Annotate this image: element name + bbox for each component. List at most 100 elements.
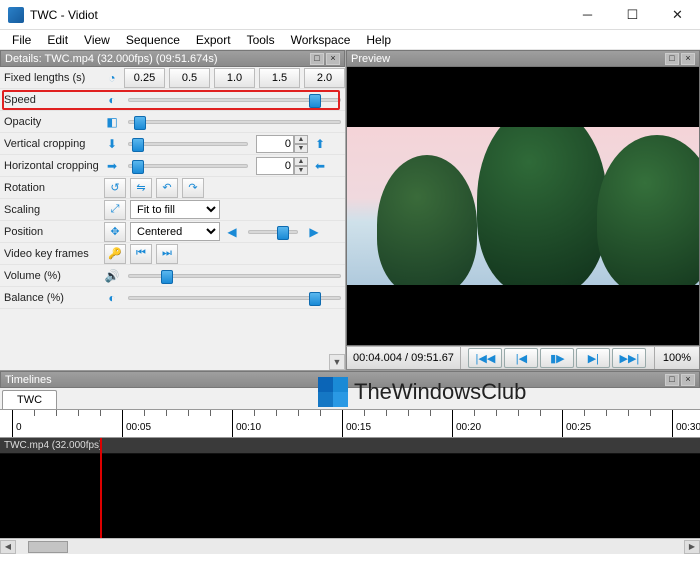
rotate-180-icon[interactable]: ⇋ xyxy=(130,178,152,198)
preview-close-icon[interactable]: × xyxy=(681,53,695,65)
minimize-button[interactable]: ─ xyxy=(565,0,610,30)
preview-title-bar: Preview □ × xyxy=(346,50,700,67)
fixed-btn-3[interactable]: 1.5 xyxy=(259,68,300,88)
keyframe-next-icon[interactable]: ⏭ xyxy=(156,244,178,264)
hcrop-slider[interactable] xyxy=(128,164,248,168)
opacity-icon: ◧ xyxy=(104,114,120,130)
menu-sequence[interactable]: Sequence xyxy=(118,31,188,49)
rotate-left-icon[interactable]: ↶ xyxy=(156,178,178,198)
timelines-close-icon[interactable]: × xyxy=(681,374,695,386)
menu-file[interactable]: File xyxy=(4,31,39,49)
hcrop-spinner[interactable]: ▲▼ xyxy=(256,157,308,175)
timelines-maximize-icon[interactable]: □ xyxy=(665,374,679,386)
fixed-btn-4[interactable]: 2.0 xyxy=(304,68,345,88)
rotate-right-icon[interactable]: ↷ xyxy=(182,178,204,198)
menu-edit[interactable]: Edit xyxy=(39,31,76,49)
clip-header[interactable]: TWC.mp4 (32.000fps) xyxy=(0,438,700,454)
preview-maximize-icon[interactable]: □ xyxy=(665,53,679,65)
hcrop-down[interactable]: ▼ xyxy=(294,166,308,175)
vkey-label: Video key frames xyxy=(4,248,100,260)
speaker-icon[interactable]: 🔊 xyxy=(104,268,120,284)
scroll-down-icon[interactable]: ▼ xyxy=(329,354,345,370)
position-icon[interactable]: ✥ xyxy=(104,222,126,242)
vcrop-value[interactable] xyxy=(256,135,294,153)
hcrop-up[interactable]: ▲ xyxy=(294,157,308,166)
details-maximize-icon[interactable]: □ xyxy=(310,53,324,65)
scaling-combo[interactable]: Fit to fill xyxy=(130,200,220,219)
skip-start-button[interactable]: |◀◀ xyxy=(468,348,502,368)
details-close-icon[interactable]: × xyxy=(326,53,340,65)
menu-workspace[interactable]: Workspace xyxy=(283,31,359,49)
position-slider[interactable] xyxy=(248,230,298,234)
timelines-title: Timelines xyxy=(5,374,663,386)
timeline-scrollbar[interactable]: ◀ ▶ xyxy=(0,538,700,554)
pos-right-icon[interactable]: ▶ xyxy=(306,224,322,240)
preview-viewport[interactable] xyxy=(346,67,700,346)
rotate-ccw-icon[interactable]: ↺ xyxy=(104,178,126,198)
playhead[interactable] xyxy=(100,438,102,538)
row-fixed-lengths: Fixed lengths (s) ◔ 0.25 0.5 1.0 1.5 2.0 xyxy=(0,67,345,89)
rotation-label: Rotation xyxy=(4,182,100,194)
opacity-label: Opacity xyxy=(4,116,100,128)
details-body: Fixed lengths (s) ◔ 0.25 0.5 1.0 1.5 2.0… xyxy=(0,67,345,370)
pos-left-icon[interactable]: ◀ xyxy=(224,224,240,240)
speed-slider[interactable] xyxy=(128,98,341,102)
play-button[interactable]: ▮▶ xyxy=(540,348,574,368)
row-vertical-cropping: Vertical cropping ⬇ ▲▼ ⬆ xyxy=(0,133,345,155)
keyframe-prev-icon[interactable]: ⏮ xyxy=(130,244,152,264)
fixed-btn-0[interactable]: 0.25 xyxy=(124,68,165,88)
fixed-btn-1[interactable]: 0.5 xyxy=(169,68,210,88)
clock-icon[interactable]: ◔ xyxy=(104,70,120,86)
keyframe-add-icon[interactable]: 🔑 xyxy=(104,244,126,264)
timeline-tracks[interactable]: TWC.mp4 (32.000fps) xyxy=(0,438,700,538)
row-volume: Volume (%) 🔊 xyxy=(0,265,345,287)
scroll-thumb[interactable] xyxy=(28,541,68,553)
close-button[interactable]: ✕ xyxy=(655,0,700,30)
prev-frame-button[interactable]: |◀ xyxy=(504,348,538,368)
position-combo[interactable]: Centered xyxy=(130,222,220,241)
row-position: Position ✥ Centered ◀ ▶ xyxy=(0,221,345,243)
hcrop-label: Horizontal cropping xyxy=(4,160,100,172)
vcrop-down[interactable]: ▼ xyxy=(294,144,308,153)
balance-slider[interactable] xyxy=(128,296,341,300)
vcrop-spinner[interactable]: ▲▼ xyxy=(256,135,308,153)
vcrop-up[interactable]: ▲ xyxy=(294,135,308,144)
zoom-level[interactable]: 100% xyxy=(654,347,699,369)
fixed-btn-2[interactable]: 1.0 xyxy=(214,68,255,88)
volume-slider[interactable] xyxy=(128,274,341,278)
row-scaling: Scaling ⤢ Fit to fill xyxy=(0,199,345,221)
arrow-down-icon[interactable]: ⬇ xyxy=(104,136,120,152)
scale-icon[interactable]: ⤢ xyxy=(104,200,126,220)
playback-bar: 00:04.004 / 09:51.67 |◀◀ |◀ ▮▶ ▶| ▶▶| 10… xyxy=(346,346,700,370)
next-frame-button[interactable]: ▶| xyxy=(576,348,610,368)
window-title: TWC - Vidiot xyxy=(30,8,565,22)
opacity-slider[interactable] xyxy=(128,120,341,124)
video-frame xyxy=(347,127,699,285)
vcrop-slider[interactable] xyxy=(128,142,248,146)
scaling-label: Scaling xyxy=(4,204,100,216)
scroll-left-icon[interactable]: ◀ xyxy=(0,540,16,554)
hcrop-value[interactable] xyxy=(256,157,294,175)
row-horizontal-cropping: Horizontal cropping ➡ ▲▼ ⬅ xyxy=(0,155,345,177)
menu-export[interactable]: Export xyxy=(188,31,239,49)
arrow-left-icon[interactable]: ⬅ xyxy=(312,158,328,174)
details-panel: Details: TWC.mp4 (32.000fps) (09:51.674s… xyxy=(0,50,346,370)
vcrop-label: Vertical cropping xyxy=(4,138,100,150)
menu-help[interactable]: Help xyxy=(358,31,399,49)
position-label: Position xyxy=(4,226,100,238)
timeline-tab[interactable]: TWC xyxy=(2,390,57,409)
skip-end-button[interactable]: ▶▶| xyxy=(612,348,646,368)
gauge-icon: ◐ xyxy=(104,92,120,108)
timeline-tabstrip: TWC xyxy=(0,388,700,410)
speed-label: Speed xyxy=(4,94,100,106)
app-icon xyxy=(8,7,24,23)
scroll-right-icon[interactable]: ▶ xyxy=(684,540,700,554)
balance-icon: ◐ xyxy=(104,290,120,306)
timeline-ruler[interactable]: 0 00:05 00:10 00:15 00:20 00:25 00:30 xyxy=(0,410,700,438)
maximize-button[interactable]: ☐ xyxy=(610,0,655,30)
menu-view[interactable]: View xyxy=(76,31,118,49)
arrow-up-icon[interactable]: ⬆ xyxy=(312,136,328,152)
playback-controls: |◀◀ |◀ ▮▶ ▶| ▶▶| xyxy=(461,348,654,368)
menu-tools[interactable]: Tools xyxy=(239,31,283,49)
arrow-right-icon[interactable]: ➡ xyxy=(104,158,120,174)
